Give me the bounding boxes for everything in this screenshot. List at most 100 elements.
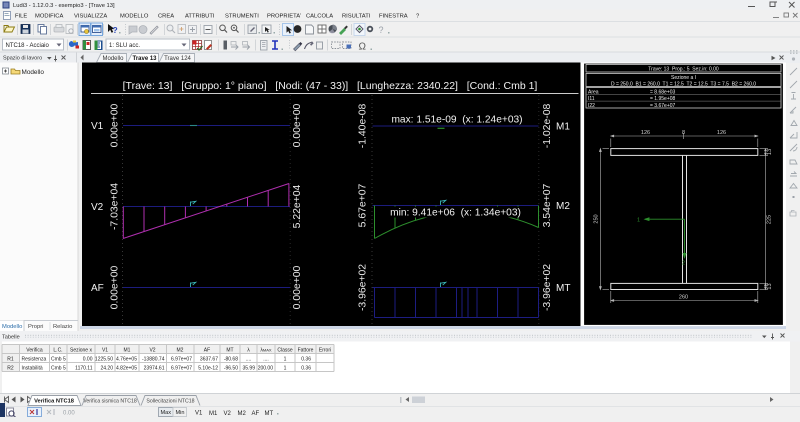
- svg-text:FILE: FILE: [15, 14, 27, 20]
- svg-text:I22: I22: [588, 103, 595, 109]
- svg-text:M2: M2: [556, 201, 570, 212]
- svg-text:3637.67: 3637.67: [200, 357, 218, 363]
- svg-text:V2: V2: [91, 202, 104, 213]
- svg-text:126: 126: [641, 130, 650, 136]
- svg-text:1225.50: 1225.50: [95, 357, 113, 363]
- svg-text:Trave 124: Trave 124: [164, 56, 191, 62]
- svg-text:PROPRIETA’: PROPRIETA’: [267, 14, 301, 20]
- svg-text:13: 13: [767, 149, 773, 155]
- svg-text:V2: V2: [149, 348, 155, 354]
- svg-text:= 3.67e+07: = 3.67e+07: [650, 103, 676, 109]
- svg-text:-3.96e+02: -3.96e+02: [542, 264, 553, 311]
- svg-text:Relazio: Relazio: [53, 324, 72, 330]
- svg-text:Instabilità: Instabilità: [22, 366, 43, 372]
- svg-text:Modello: Modello: [102, 56, 124, 62]
- svg-text:?: ?: [113, 25, 118, 35]
- svg-text:Sollecitazioni NTC18: Sollecitazioni NTC18: [146, 398, 194, 404]
- svg-text:13: 13: [767, 283, 773, 289]
- svg-text:6.97e+07: 6.97e+07: [171, 366, 192, 372]
- svg-text:M1: M1: [124, 348, 131, 354]
- svg-text:250: 250: [594, 214, 600, 223]
- svg-text:ATTRIBUTI: ATTRIBUTI: [185, 14, 215, 20]
- svg-text:CREA: CREA: [158, 14, 174, 20]
- svg-text:225: 225: [767, 215, 773, 224]
- svg-text:35.99: 35.99: [242, 366, 255, 372]
- svg-text:Sezione x: Sezione x: [70, 348, 92, 354]
- svg-text:L.C.: L.C.: [53, 348, 62, 354]
- svg-text:Trave: 13 Prop.: 5 Sez.in: 0: Trave: 13 Prop.: 5 Sez.in: 0.00: [648, 66, 719, 72]
- svg-text:Sezione a I: Sezione a I: [671, 75, 696, 81]
- svg-text:MT: MT: [265, 411, 274, 417]
- svg-text:AF: AF: [204, 348, 210, 354]
- svg-text:M1: M1: [556, 122, 570, 133]
- svg-text:4.76e+05: 4.76e+05: [116, 357, 137, 363]
- svg-text:I11: I11: [588, 96, 595, 102]
- svg-text:0.00e+00: 0.00e+00: [292, 265, 303, 309]
- svg-text:-3.96e+02: -3.96e+02: [358, 264, 369, 311]
- svg-text:....: ....: [263, 357, 269, 363]
- svg-text:5.22e+04: 5.22e+04: [292, 184, 303, 228]
- svg-text:Verifica sismica NTC18: Verifica sismica NTC18: [83, 398, 137, 404]
- svg-text:-96.50: -96.50: [224, 366, 238, 372]
- svg-text:200.00: 200.00: [258, 366, 274, 372]
- svg-text:0.36: 0.36: [301, 357, 311, 363]
- svg-text:D = 250.0 B1 = 260.0 T1 = 12: D = 250.0 B1 = 260.0 T1 = 12.5 T2 = 12.5…: [611, 81, 756, 87]
- svg-text:Cmb 5: Cmb 5: [51, 357, 66, 363]
- svg-text:1: SLU acc.: 1: SLU acc.: [109, 43, 140, 49]
- svg-text:Max: Max: [161, 410, 172, 416]
- svg-text:M2: M2: [238, 411, 247, 417]
- svg-text:V1: V1: [195, 411, 203, 417]
- svg-text:8: 8: [682, 130, 685, 136]
- svg-text:min: 9.41e+06 (x: 1.34e+03): min: 9.41e+06 (x: 1.34e+03): [390, 208, 521, 219]
- svg-text:?: ?: [379, 25, 384, 35]
- svg-text:0.00e+00: 0.00e+00: [110, 103, 121, 147]
- svg-text:R2: R2: [7, 366, 14, 372]
- svg-text:AF: AF: [252, 411, 260, 417]
- svg-text:....: ....: [246, 357, 252, 363]
- svg-text:Modello: Modello: [22, 69, 45, 76]
- svg-text:Verifica NTC18: Verifica NTC18: [34, 398, 74, 404]
- svg-text:= 1.95e+08: = 1.95e+08: [650, 96, 676, 102]
- svg-text:MT: MT: [226, 348, 233, 354]
- svg-text:-1.40e-08: -1.40e-08: [358, 104, 369, 149]
- svg-text:Fattore: Fattore: [298, 348, 314, 354]
- svg-text:2: 2: [682, 261, 685, 267]
- svg-text:CALCOLA: CALCOLA: [306, 14, 333, 20]
- svg-text:[Trave: 13] [Gruppo: 1° pian: [Trave: 13] [Gruppo: 1° piano] [Nodi: (4…: [123, 80, 538, 92]
- svg-text:= 8.68e+03: = 8.68e+03: [650, 89, 676, 95]
- svg-text:-1.02e-08: -1.02e-08: [542, 104, 553, 149]
- svg-text:126: 126: [717, 130, 726, 136]
- svg-text:Classe: Classe: [277, 348, 293, 354]
- svg-text:1: 1: [637, 218, 640, 224]
- svg-text:0.00e+00: 0.00e+00: [110, 265, 121, 309]
- svg-text:-80.68: -80.68: [224, 357, 238, 363]
- svg-text:MODELLO: MODELLO: [120, 14, 149, 20]
- svg-text:0.00: 0.00: [83, 357, 93, 363]
- svg-text:MODIFICA: MODIFICA: [35, 14, 63, 20]
- svg-text:V1: V1: [102, 348, 108, 354]
- svg-text:5.10e-12: 5.10e-12: [198, 366, 218, 372]
- svg-text:1: 1: [284, 357, 287, 363]
- svg-text:Tabelle: Tabelle: [2, 335, 20, 341]
- svg-text:Resistenza: Resistenza: [22, 357, 47, 363]
- svg-text:Propri: Propri: [28, 324, 43, 330]
- svg-text:4.82e+05: 4.82e+05: [116, 366, 137, 372]
- svg-text:Errori: Errori: [319, 348, 331, 354]
- svg-text:Area: Area: [588, 89, 599, 95]
- svg-text:Ω: Ω: [359, 42, 367, 53]
- svg-text:-7.03e+04: -7.03e+04: [110, 183, 121, 230]
- svg-text:Min: Min: [176, 410, 185, 416]
- svg-text:0.00: 0.00: [63, 411, 75, 417]
- svg-text:FINESTRA: FINESTRA: [379, 14, 408, 20]
- svg-text:1170.11: 1170.11: [75, 366, 93, 372]
- svg-text:1: 1: [284, 366, 287, 372]
- svg-text:260: 260: [679, 295, 688, 301]
- svg-text:23974.61: 23974.61: [144, 366, 165, 372]
- svg-text:VISUALIZZA: VISUALIZZA: [74, 14, 107, 20]
- svg-text:Ludi3 - 1.12.0.3 - esempio: Ludi3 - 1.12.0.3 - esempio3 - [Trave 13]: [13, 3, 115, 9]
- svg-text:M1: M1: [209, 411, 218, 417]
- svg-text:NTC18 - Acciaio: NTC18 - Acciaio: [6, 43, 50, 49]
- svg-text:24.20: 24.20: [100, 366, 113, 372]
- svg-text:5.67e+07: 5.67e+07: [358, 183, 369, 227]
- svg-text:AF: AF: [91, 283, 104, 294]
